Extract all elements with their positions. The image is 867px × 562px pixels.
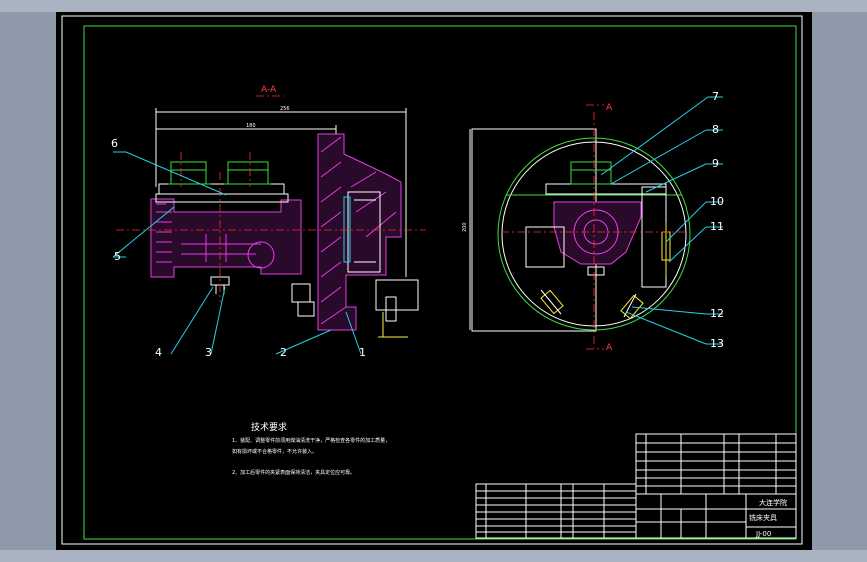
- part-label-3: 3: [205, 346, 212, 359]
- part-label-12: 12: [710, 307, 724, 320]
- technical-requirements: 技术要求 1、装配、调整零件前须用煤油清洗干净，严格检查各零件的加工质量， 如有…: [232, 421, 390, 476]
- front-view: A A 200: [462, 103, 691, 353]
- part-label-1: 1: [359, 346, 366, 359]
- drawing-name: 铣床夹具: [749, 513, 777, 522]
- part-label-10: 10: [710, 195, 724, 208]
- section-label: A-A: [261, 85, 277, 95]
- title-block: 大连学院 铣床夹具 JJ-00: [635, 493, 797, 539]
- part-label-6: 6: [111, 137, 118, 150]
- part-label-13: 13: [710, 337, 724, 350]
- drawing-sheet: A-A 256 180 6 5 4 3 2 1 A A 200 7 8 9 10…: [56, 12, 812, 550]
- tech-req-line2: 如有损坏或不合格零件，不允许装入。: [232, 448, 317, 455]
- part-label-2: 2: [280, 346, 287, 359]
- parts-list-upper: [635, 433, 797, 495]
- part-label-8: 8: [712, 123, 719, 136]
- section-mark-bottom: A: [606, 343, 613, 353]
- section-mark-top: A: [606, 103, 613, 113]
- part-label-11: 11: [710, 220, 724, 233]
- school-name: 大连学院: [759, 498, 787, 507]
- part-label-7: 7: [712, 90, 719, 103]
- svg-text:256: 256: [280, 106, 290, 112]
- parts-list-lower: [475, 483, 637, 539]
- drawing-code: JJ-00: [755, 530, 771, 538]
- outer-border: [61, 15, 803, 545]
- section-view-aa: A-A 256 180: [116, 85, 426, 338]
- part-label-9: 9: [712, 157, 719, 170]
- viewer-bottom-bar: [0, 550, 867, 562]
- svg-text:180: 180: [246, 123, 256, 129]
- tech-req-line1: 1、装配、调整零件前须用煤油清洗干净，严格检查各零件的加工质量，: [232, 437, 390, 444]
- cad-drawing: A-A 256 180 6 5 4 3 2 1 A A 200 7 8 9 10…: [61, 15, 803, 545]
- inner-border: [83, 25, 797, 540]
- svg-text:200: 200: [462, 222, 468, 232]
- tech-req-line3: 2、加工后零件的夹紧表面保持清洁，夹具定位应可靠。: [232, 469, 355, 476]
- part-label-5: 5: [114, 250, 121, 263]
- part-label-4: 4: [155, 346, 162, 359]
- viewer-top-bar: [0, 0, 867, 12]
- tech-req-title: 技术要求: [251, 421, 287, 433]
